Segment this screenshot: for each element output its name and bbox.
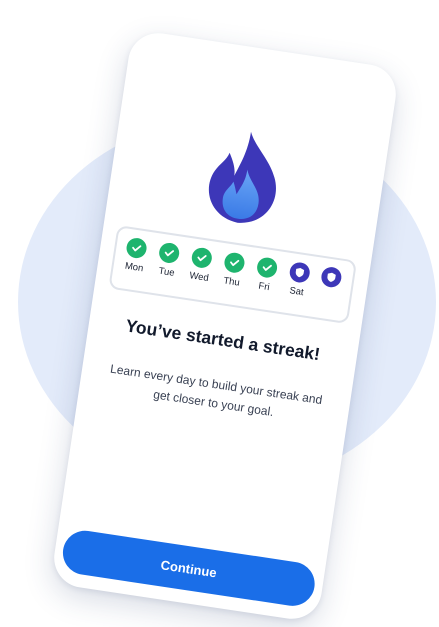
streak-day: Thu bbox=[216, 251, 251, 290]
streak-day: Wed bbox=[183, 246, 218, 285]
day-label: Mon bbox=[124, 260, 145, 275]
stage: Mon Tue Wed Thu Fri Sat You’ve started a stre… bbox=[0, 0, 439, 627]
streak-day: Tue bbox=[151, 241, 186, 280]
streak-day: Mon bbox=[118, 236, 153, 275]
continue-button[interactable]: Continue bbox=[59, 527, 318, 609]
phone-screen: Mon Tue Wed Thu Fri Sat You’ve started a stre… bbox=[50, 29, 400, 623]
check-icon bbox=[125, 236, 149, 260]
check-icon bbox=[223, 251, 246, 275]
shield-icon bbox=[288, 261, 311, 284]
check-icon bbox=[190, 246, 214, 270]
check-icon bbox=[255, 256, 279, 279]
day-label: Fri bbox=[257, 280, 271, 294]
shield-icon bbox=[320, 265, 344, 289]
day-label: Tue bbox=[157, 265, 176, 279]
subtitle-text: Learn every day to build your streak and… bbox=[109, 361, 324, 420]
day-label: Thu bbox=[222, 275, 241, 289]
streak-day bbox=[315, 265, 348, 293]
streak-week-card: Mon Tue Wed Thu Fri Sat bbox=[108, 225, 358, 325]
streak-day: Fri bbox=[248, 255, 283, 294]
flame-icon bbox=[198, 124, 291, 231]
check-icon bbox=[158, 241, 181, 265]
streak-day: Sat bbox=[281, 260, 316, 299]
day-label: Wed bbox=[188, 270, 210, 284]
day-label: Sat bbox=[288, 285, 305, 299]
